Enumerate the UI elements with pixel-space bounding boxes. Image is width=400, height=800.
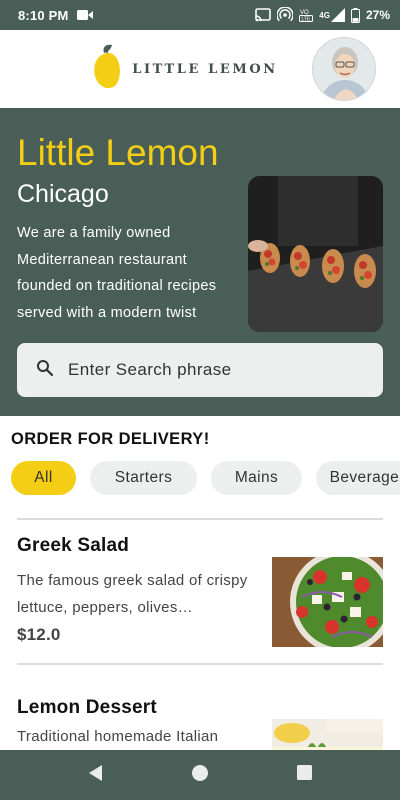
cast-icon <box>255 8 272 22</box>
bruschetta-photo <box>248 176 383 332</box>
hero-banner: Little Lemon Chicago We are a family own… <box>0 108 400 416</box>
system-nav-bar <box>0 750 400 800</box>
recents-button[interactable] <box>292 763 316 787</box>
chip-all[interactable]: All <box>11 461 76 495</box>
battery-icon <box>350 7 360 23</box>
hero-title: Little Lemon <box>17 132 219 173</box>
menu-item-description: The famous greek salad of crispy lettuce… <box>17 572 248 616</box>
chip-beverages[interactable]: Beverages <box>316 461 400 495</box>
recents-square-icon <box>296 764 313 786</box>
profile-avatar[interactable] <box>312 37 376 101</box>
status-bar: 8:10 PM VO LTE 4G 27% <box>0 0 400 30</box>
status-time: 8:10 PM <box>18 7 69 23</box>
category-chips: All Starters Mains Beverages <box>11 461 400 497</box>
brand-name: LITTLE LEMON <box>132 61 278 77</box>
volte-icon: VO LTE <box>299 7 314 23</box>
home-button[interactable] <box>188 763 212 787</box>
search-input[interactable] <box>68 360 348 380</box>
svg-text:LTE: LTE <box>302 17 311 23</box>
search-icon <box>36 359 54 382</box>
menu-item-name: Greek Salad <box>17 535 130 556</box>
order-section-title: ORDER FOR DELIVERY! <box>11 430 210 448</box>
back-button[interactable] <box>84 763 108 787</box>
signal-icon: 4G <box>319 8 345 22</box>
chip-starters[interactable]: Starters <box>90 461 197 495</box>
menu-item-description: Traditional homemade Italian <box>17 728 219 745</box>
battery-percent: 27% <box>365 8 390 22</box>
greek-salad-photo <box>272 557 383 647</box>
hotspot-icon <box>277 7 294 23</box>
menu-item-name: Lemon Dessert <box>17 697 157 718</box>
chip-mains[interactable]: Mains <box>211 461 302 495</box>
network-type: 4G <box>319 10 330 20</box>
menu-item-greek-salad[interactable]: Greek Salad The famous greek salad of cr… <box>17 535 383 650</box>
divider <box>17 518 383 520</box>
video-camera-icon <box>76 9 93 21</box>
brand-logo: LITTLE LEMON <box>92 43 278 96</box>
search-bar[interactable] <box>17 343 383 397</box>
back-triangle-icon <box>88 764 104 787</box>
menu-item-lemon-dessert[interactable]: Lemon Dessert Traditional homemade Itali… <box>17 697 383 757</box>
app-header: LITTLE LEMON <box>0 30 400 108</box>
hero-description: We are a family owned Mediterranean rest… <box>17 225 217 321</box>
home-circle-icon <box>191 764 209 787</box>
lemon-logo-icon <box>92 43 122 96</box>
hero-city: Chicago <box>17 180 109 208</box>
divider <box>17 663 383 665</box>
